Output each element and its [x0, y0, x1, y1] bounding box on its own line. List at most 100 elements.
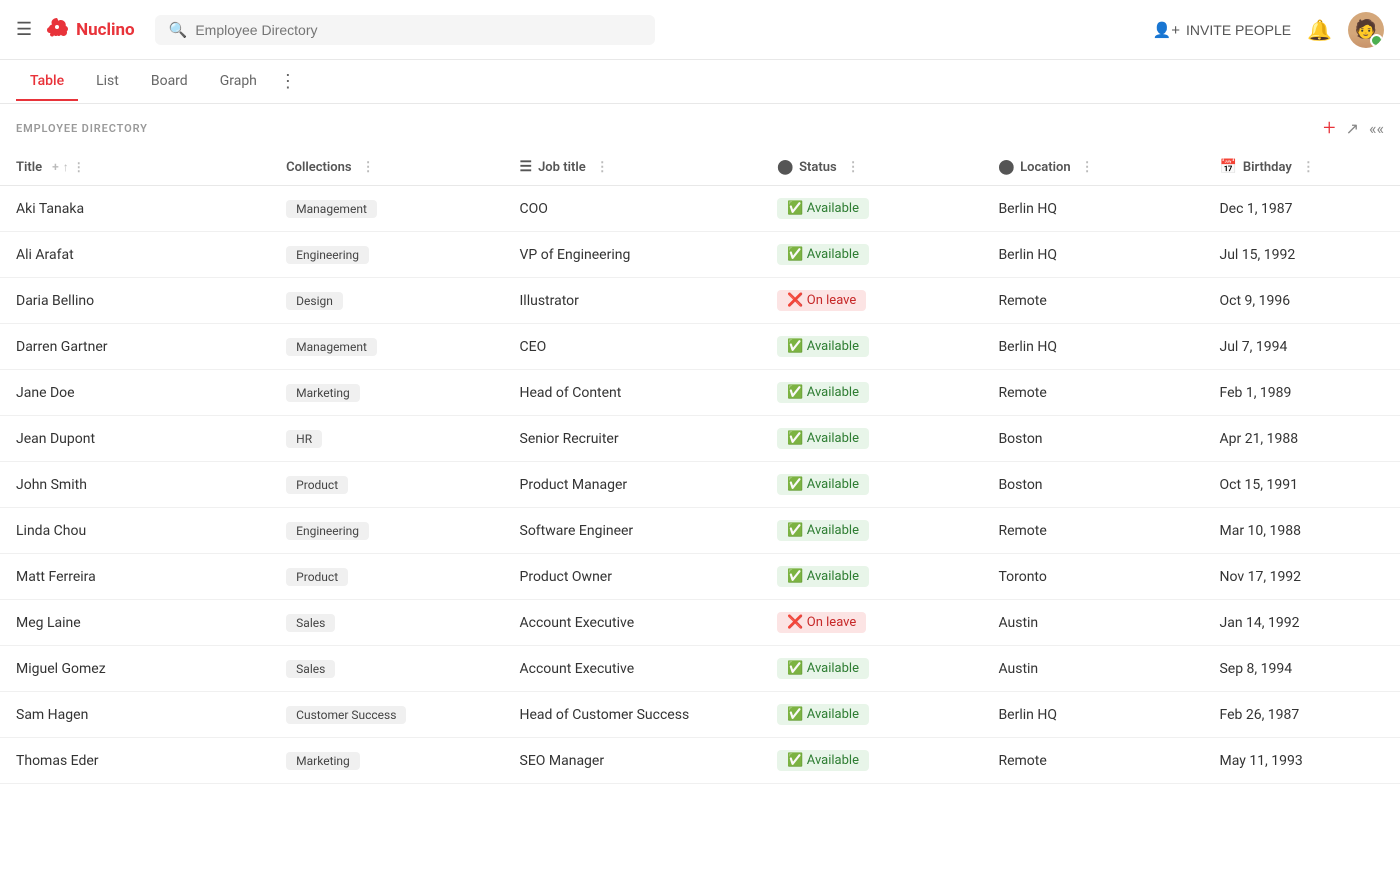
cell-location: Austin: [982, 600, 1203, 646]
table-row[interactable]: Aki Tanaka Management COO ✅ Available Be…: [0, 186, 1400, 232]
cell-location: Berlin HQ: [982, 692, 1203, 738]
col-location-label: Location: [1020, 160, 1071, 175]
cell-status: ❌ On leave: [761, 278, 982, 324]
add-col-icon[interactable]: +: [52, 160, 59, 174]
table-row[interactable]: Matt Ferreira Product Product Owner ✅ Av…: [0, 554, 1400, 600]
tab-list[interactable]: List: [82, 63, 133, 101]
col-jobtitle-more[interactable]: ⋮: [596, 160, 609, 175]
expand-icon[interactable]: ↗: [1346, 119, 1359, 138]
birthday-col-icon: 📅: [1219, 159, 1236, 175]
table-row[interactable]: Thomas Eder Marketing SEO Manager ✅ Avai…: [0, 738, 1400, 784]
cell-status: ✅ Available: [761, 554, 982, 600]
table-row[interactable]: John Smith Product Product Manager ✅ Ava…: [0, 462, 1400, 508]
cell-name: Jean Dupont: [0, 416, 270, 462]
table-row[interactable]: Daria Bellino Design Illustrator ❌ On le…: [0, 278, 1400, 324]
search-bar[interactable]: 🔍: [155, 15, 655, 45]
cell-birthday: May 11, 1993: [1203, 738, 1400, 784]
logo-text: Nuclino: [76, 20, 135, 40]
col-collections-label: Collections: [286, 160, 351, 175]
table-row[interactable]: Linda Chou Engineering Software Engineer…: [0, 508, 1400, 554]
table-row[interactable]: Jane Doe Marketing Head of Content ✅ Ava…: [0, 370, 1400, 416]
tab-board[interactable]: Board: [137, 63, 202, 101]
cell-birthday: Sep 8, 1994: [1203, 646, 1400, 692]
logo[interactable]: Nuclino: [44, 16, 135, 44]
cell-birthday: Mar 10, 1988: [1203, 508, 1400, 554]
cell-name: Miguel Gomez: [0, 646, 270, 692]
jobtitle-icon: ☰: [520, 159, 533, 175]
bell-icon[interactable]: 🔔: [1307, 18, 1332, 42]
cell-birthday: Jan 14, 1992: [1203, 600, 1400, 646]
col-status-label: Status: [799, 160, 837, 175]
tabs-bar: Table List Board Graph ⋮: [0, 60, 1400, 104]
topbar-right: 👤+ INVITE PEOPLE 🔔 🧑: [1153, 12, 1384, 48]
cell-jobtitle: Senior Recruiter: [504, 416, 762, 462]
cell-location: Remote: [982, 370, 1203, 416]
cell-birthday: Jul 15, 1992: [1203, 232, 1400, 278]
table-row[interactable]: Ali Arafat Engineering VP of Engineering…: [0, 232, 1400, 278]
cell-jobtitle: Illustrator: [504, 278, 762, 324]
search-input[interactable]: [195, 22, 640, 38]
cell-name: Thomas Eder: [0, 738, 270, 784]
more-col-icon[interactable]: ⋮: [73, 160, 85, 174]
cell-birthday: Apr 21, 1988: [1203, 416, 1400, 462]
menu-icon[interactable]: ☰: [16, 19, 32, 40]
collapse-icon[interactable]: ««: [1369, 119, 1384, 138]
cell-status: ✅ Available: [761, 692, 982, 738]
person-add-icon: 👤+: [1153, 21, 1180, 39]
invite-people-button[interactable]: 👤+ INVITE PEOPLE: [1153, 21, 1291, 39]
cell-name: Linda Chou: [0, 508, 270, 554]
cell-location: Boston: [982, 416, 1203, 462]
table-body: Aki Tanaka Management COO ✅ Available Be…: [0, 186, 1400, 784]
col-birthday-label: Birthday: [1243, 160, 1292, 175]
cell-status: ✅ Available: [761, 646, 982, 692]
table-row[interactable]: Meg Laine Sales Account Executive ❌ On l…: [0, 600, 1400, 646]
cell-location: Berlin HQ: [982, 186, 1203, 232]
cell-collection: Management: [270, 186, 503, 232]
col-status-more[interactable]: ⋮: [847, 160, 860, 175]
cell-birthday: Jul 7, 1994: [1203, 324, 1400, 370]
cell-status: ✅ Available: [761, 370, 982, 416]
table-row[interactable]: Darren Gartner Management CEO ✅ Availabl…: [0, 324, 1400, 370]
tab-table[interactable]: Table: [16, 63, 78, 101]
cell-status: ✅ Available: [761, 232, 982, 278]
cell-collection: Design: [270, 278, 503, 324]
col-collections-more[interactable]: ⋮: [362, 160, 375, 175]
cell-status: ✅ Available: [761, 186, 982, 232]
employee-table-wrapper: Title + ↑ ⋮ Collections ⋮: [0, 149, 1400, 784]
cell-collection: Engineering: [270, 232, 503, 278]
cell-collection: Engineering: [270, 508, 503, 554]
add-button[interactable]: +: [1323, 116, 1335, 141]
cell-jobtitle: Account Executive: [504, 646, 762, 692]
tab-more-button[interactable]: ⋮: [275, 65, 301, 99]
col-location-more[interactable]: ⋮: [1081, 160, 1094, 175]
topbar: ☰ Nuclino 🔍 👤+ INVITE PEOPLE 🔔 🧑: [0, 0, 1400, 60]
search-icon: 🔍: [169, 21, 188, 39]
cell-birthday: Feb 1, 1989: [1203, 370, 1400, 416]
sort-col-icon[interactable]: ↑: [63, 160, 69, 174]
cell-name: Darren Gartner: [0, 324, 270, 370]
cell-birthday: Oct 9, 1996: [1203, 278, 1400, 324]
cell-name: Sam Hagen: [0, 692, 270, 738]
cell-name: Meg Laine: [0, 600, 270, 646]
cell-name: John Smith: [0, 462, 270, 508]
table-row[interactable]: Sam Hagen Customer Success Head of Custo…: [0, 692, 1400, 738]
table-row[interactable]: Miguel Gomez Sales Account Executive ✅ A…: [0, 646, 1400, 692]
col-header-title: Title + ↑ ⋮: [0, 149, 270, 186]
cell-collection: Sales: [270, 646, 503, 692]
cell-name: Aki Tanaka: [0, 186, 270, 232]
tab-graph[interactable]: Graph: [206, 63, 271, 101]
section-actions: + ↗ ««: [1323, 116, 1384, 141]
avatar[interactable]: 🧑: [1348, 12, 1384, 48]
avatar-face: 🧑: [1348, 12, 1384, 48]
col-title-actions: + ↑ ⋮: [52, 160, 85, 174]
cell-birthday: Nov 17, 1992: [1203, 554, 1400, 600]
table-row[interactable]: Jean Dupont HR Senior Recruiter ✅ Availa…: [0, 416, 1400, 462]
cell-location: Toronto: [982, 554, 1203, 600]
cell-jobtitle: Head of Content: [504, 370, 762, 416]
cell-location: Berlin HQ: [982, 232, 1203, 278]
invite-label: INVITE PEOPLE: [1186, 22, 1291, 38]
cell-collection: Product: [270, 462, 503, 508]
col-header-location: ⬤ Location ⋮: [982, 149, 1203, 186]
section-title: EMPLOYEE DIRECTORY: [16, 122, 148, 135]
col-birthday-more[interactable]: ⋮: [1302, 160, 1315, 175]
